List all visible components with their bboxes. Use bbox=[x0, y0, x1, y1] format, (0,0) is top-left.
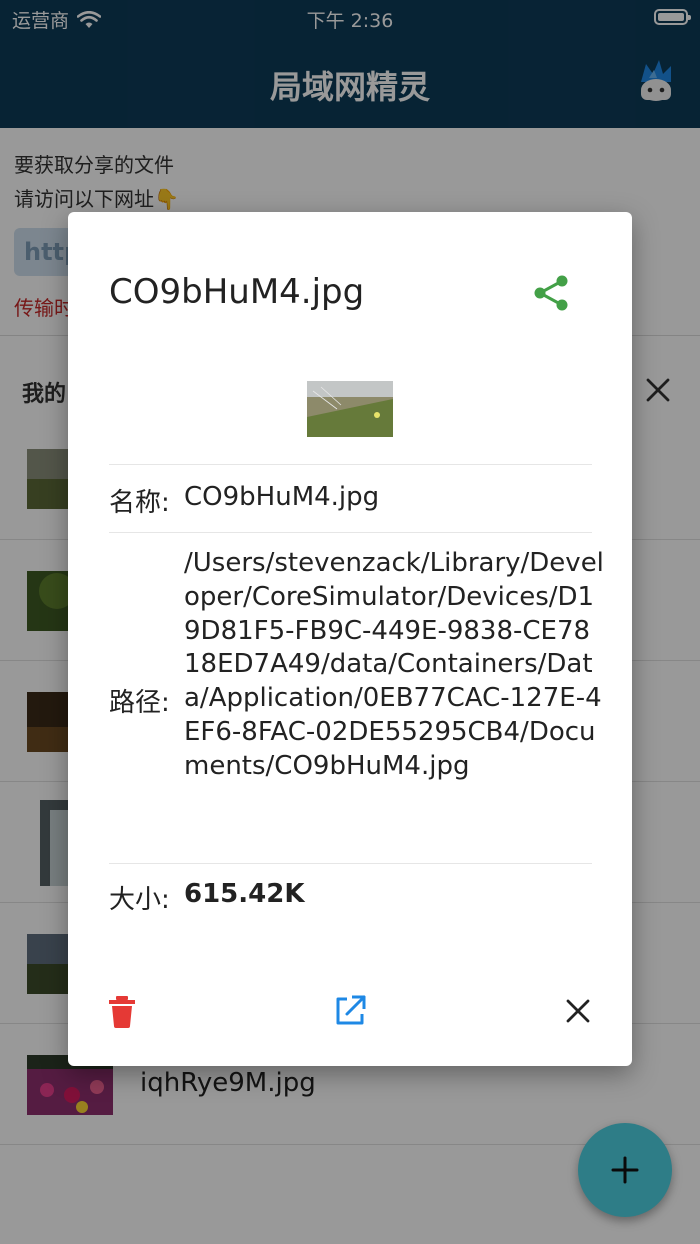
divider bbox=[109, 532, 592, 533]
name-value: CO9bHuM4.jpg bbox=[184, 482, 380, 512]
share-icon[interactable] bbox=[530, 272, 572, 314]
size-label: 大小: bbox=[109, 885, 170, 915]
divider bbox=[109, 464, 592, 465]
name-label: 名称: bbox=[109, 488, 170, 518]
dialog-title: CO9bHuM4.jpg bbox=[109, 272, 365, 312]
close-icon[interactable] bbox=[560, 993, 596, 1029]
path-label: 路径: bbox=[109, 688, 170, 718]
divider bbox=[109, 863, 592, 864]
path-value: /Users/stevenzack/Library/Developer/Core… bbox=[184, 548, 604, 781]
file-detail-dialog: CO9bHuM4.jpg 名称: CO9bHuM4.jpg 路径: /Users… bbox=[68, 212, 632, 1066]
image-preview[interactable] bbox=[307, 381, 393, 437]
size-value: 615.42K bbox=[184, 879, 305, 909]
delete-icon[interactable] bbox=[104, 993, 140, 1029]
open-external-icon[interactable] bbox=[332, 993, 368, 1029]
